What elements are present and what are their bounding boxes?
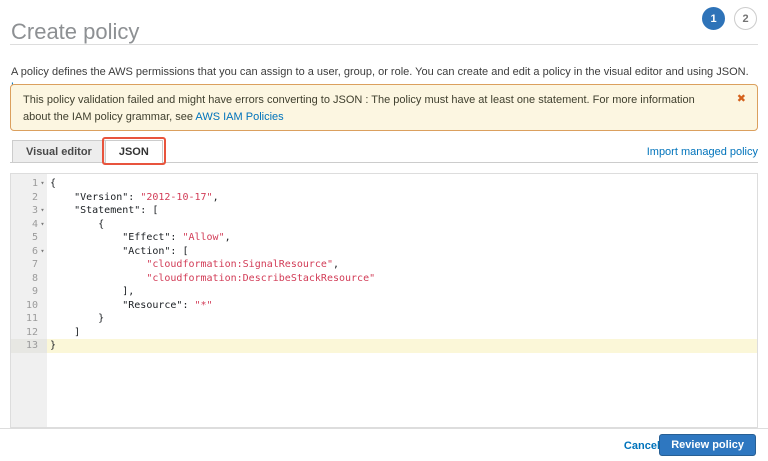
editor-line[interactable]: 1▾{ xyxy=(11,177,757,191)
header-divider xyxy=(10,44,758,45)
step-1-badge: 1 xyxy=(702,7,725,30)
code-line: { xyxy=(47,177,757,191)
tab-json-label: JSON xyxy=(119,146,149,158)
line-number: 8 xyxy=(32,273,38,284)
code-line: ], xyxy=(47,285,757,299)
editor-line[interactable]: 3▾ "Statement": [ xyxy=(11,204,757,218)
code-line: } xyxy=(47,312,757,326)
line-number: 10 xyxy=(26,300,38,311)
aws-iam-policies-link[interactable]: AWS IAM Policies xyxy=(195,111,283,123)
fold-arrow-icon[interactable]: ▾ xyxy=(38,177,47,191)
editor-line[interactable]: 7 "cloudformation:SignalResource", xyxy=(11,258,757,272)
line-number: 7 xyxy=(32,259,38,270)
code-line: } xyxy=(47,339,757,353)
code-line: { xyxy=(47,218,757,232)
code-line: "Version": "2012-10-17", xyxy=(47,191,757,205)
line-number: 11 xyxy=(26,313,38,324)
editor-line[interactable]: 2 "Version": "2012-10-17", xyxy=(11,191,757,205)
fold-arrow-icon[interactable]: ▾ xyxy=(38,204,47,218)
editor-line[interactable]: 6▾ "Action": [ xyxy=(11,245,757,259)
page-title: Create policy xyxy=(11,19,139,45)
line-number-gutter: 2 xyxy=(11,191,47,205)
line-number-gutter: 9 xyxy=(11,285,47,299)
tab-json[interactable]: JSON xyxy=(105,140,163,164)
code-line: "Statement": [ xyxy=(47,204,757,218)
close-icon[interactable]: ✖ xyxy=(737,91,746,108)
line-number-gutter: 12 xyxy=(11,326,47,340)
code-line: "cloudformation:DescribeStackResource" xyxy=(47,272,757,286)
step-2-badge: 2 xyxy=(734,7,757,30)
line-number: 2 xyxy=(32,192,38,203)
fold-arrow-icon[interactable]: ▾ xyxy=(38,218,47,232)
fold-arrow-icon[interactable]: ▾ xyxy=(38,245,47,259)
import-managed-policy-link[interactable]: Import managed policy xyxy=(647,146,758,158)
editor-line[interactable]: 13} xyxy=(11,339,757,353)
code-line: "Action": [ xyxy=(47,245,757,259)
tab-visual-editor[interactable]: Visual editor xyxy=(12,140,106,163)
validation-warning-banner: This policy validation failed and might … xyxy=(10,84,758,131)
line-number: 9 xyxy=(32,286,38,297)
intro-description: A policy defines the AWS permissions tha… xyxy=(11,66,749,78)
json-code-editor[interactable]: 1▾{2 "Version": "2012-10-17",3▾ "Stateme… xyxy=(10,173,758,428)
review-policy-button[interactable]: Review policy xyxy=(659,434,756,456)
code-line: "cloudformation:SignalResource", xyxy=(47,258,757,272)
create-policy-page: Create policy 1 2 A policy defines the A… xyxy=(0,0,768,461)
footer-bar: Cancel Review policy xyxy=(0,429,768,461)
editor-rows: 1▾{2 "Version": "2012-10-17",3▾ "Stateme… xyxy=(11,177,757,353)
code-line: ] xyxy=(47,326,757,340)
code-line: "Effect": "Allow", xyxy=(47,231,757,245)
line-number: 5 xyxy=(32,232,38,243)
editor-line[interactable]: 10 "Resource": "*" xyxy=(11,299,757,313)
editor-line[interactable]: 8 "cloudformation:DescribeStackResource" xyxy=(11,272,757,286)
line-number-gutter: 4▾ xyxy=(11,218,47,232)
line-number-gutter: 7 xyxy=(11,258,47,272)
line-number: 12 xyxy=(26,327,38,338)
line-number-gutter: 5 xyxy=(11,231,47,245)
code-line: "Resource": "*" xyxy=(47,299,757,313)
editor-tabs: Visual editor JSON xyxy=(12,140,163,164)
line-number-gutter: 1▾ xyxy=(11,177,47,191)
editor-line[interactable]: 11 } xyxy=(11,312,757,326)
line-number-gutter: 6▾ xyxy=(11,245,47,259)
line-number-gutter: 10 xyxy=(11,299,47,313)
editor-line[interactable]: 12 ] xyxy=(11,326,757,340)
line-number: 13 xyxy=(26,340,38,351)
cancel-button[interactable]: Cancel xyxy=(624,440,660,452)
line-number-gutter: 11 xyxy=(11,312,47,326)
warning-text: This policy validation failed and might … xyxy=(23,94,695,123)
editor-line[interactable]: 9 ], xyxy=(11,285,757,299)
editor-line[interactable]: 4▾ { xyxy=(11,218,757,232)
line-number-gutter: 13 xyxy=(11,339,47,353)
line-number-gutter: 8 xyxy=(11,272,47,286)
step-indicator: 1 2 xyxy=(702,7,757,30)
line-number-gutter: 3▾ xyxy=(11,204,47,218)
editor-line[interactable]: 5 "Effect": "Allow", xyxy=(11,231,757,245)
